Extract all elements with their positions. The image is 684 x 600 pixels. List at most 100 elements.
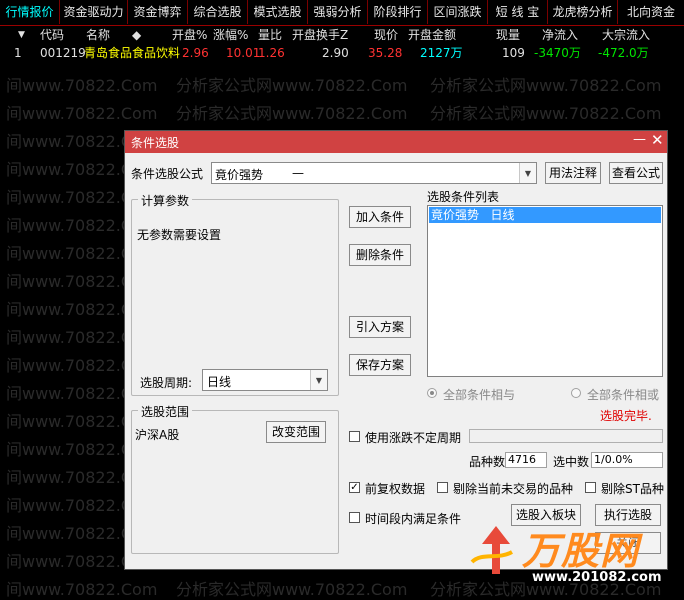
progress-bar (469, 429, 663, 443)
row-name[interactable]: 青岛食品 (84, 44, 132, 62)
exclude-untraded-checkbox[interactable] (437, 482, 448, 493)
tab-strength[interactable]: 强弱分析 (308, 0, 368, 24)
radio-or[interactable] (571, 388, 581, 398)
row-open-turnover: 2.90 (322, 46, 349, 60)
dialog-title: 条件选股 (131, 136, 180, 150)
minimize-icon[interactable]: — (633, 132, 646, 147)
logo-url: www.201082.com (532, 570, 662, 585)
range-group: 选股范围 沪深A股 改变范围 (131, 403, 339, 554)
exclude-untraded-label: 剔除当前未交易的品种 (453, 482, 574, 496)
formula-label: 条件选股公式 (131, 167, 204, 181)
col-big-inflow[interactable]: 大宗流入 (602, 26, 650, 44)
list-item[interactable]: 竟价强势 日线 (429, 207, 661, 223)
formula-select[interactable]: 竟价强势 — ▼ (211, 162, 537, 184)
row-big-inflow: -472.0万 (598, 46, 649, 60)
params-group: 计算参数 无参数需要设置 选股周期: 日线 ▼ (131, 192, 339, 396)
save-scheme-button[interactable]: 保存方案 (349, 354, 411, 376)
col-volume[interactable]: 现量 (496, 26, 520, 44)
row-open-pct: 2.96 (182, 46, 209, 60)
change-range-button[interactable]: 改变范围 (266, 421, 326, 443)
params-text: 无参数需要设置 (137, 228, 222, 242)
col-price[interactable]: 现价 (374, 26, 398, 44)
time-period-checkbox[interactable] (349, 512, 360, 523)
sort-icon[interactable]: ▼ (18, 26, 25, 44)
radio-and-label: 全部条件相与 (443, 388, 516, 402)
tab-capital-drive[interactable]: 资金驱动力 (60, 0, 128, 24)
radio-and[interactable] (427, 388, 437, 398)
range-group-label: 选股范围 (138, 403, 193, 420)
status-text: 选股完毕. (600, 409, 652, 423)
uncertain-period-label: 使用涨跌不定周期 (365, 431, 462, 445)
row-change-pct: 10.01 (226, 46, 261, 60)
usage-notes-button[interactable]: 用法注释 (545, 162, 601, 184)
row-industry: 食品饮料 (132, 46, 181, 60)
uncertain-period-checkbox[interactable] (349, 431, 360, 442)
formula-dash: — (292, 166, 304, 180)
tab-stage-rank[interactable]: 阶段排行 (368, 0, 428, 24)
row-volume-ratio: 1.26 (258, 46, 285, 60)
logo-arrow-icon (470, 526, 513, 574)
watermark-text: 分析家公式网www.70822.Com (430, 104, 662, 123)
condition-list[interactable]: 竟价强势 日线 (427, 205, 663, 377)
watermark-text: 分析家公式网www.70822.Com (176, 104, 408, 123)
condition-list-label: 选股条件列表 (427, 190, 500, 204)
period-select[interactable]: 日线 ▼ (202, 369, 328, 391)
chevron-down-icon[interactable]: ▼ (519, 163, 536, 183)
watermark-text: 分析家公式网www.70822.Com (176, 580, 408, 599)
watermark-text: 间www.70822.Com (6, 76, 158, 95)
selected-value: 1/0.0% (591, 452, 663, 468)
col-volume-ratio[interactable]: 量比 (258, 26, 282, 44)
watermark-text: 分析家公式网www.70822.Com (430, 76, 662, 95)
import-scheme-button[interactable]: 引入方案 (349, 316, 411, 338)
tab-range-change[interactable]: 区间涨跌 (428, 0, 488, 24)
exclude-st-checkbox[interactable] (585, 482, 596, 493)
exclude-st-label: 剔除ST品种 (601, 482, 664, 496)
col-code[interactable]: 代码 (40, 26, 64, 44)
col-open-pct[interactable]: 开盘% (172, 26, 207, 44)
col-open-amount[interactable]: 开盘金额 (408, 26, 456, 44)
view-formula-button[interactable]: 查看公式 (609, 162, 663, 184)
tab-dragon-tiger[interactable]: 龙虎榜分析 (548, 0, 618, 24)
col-change-pct[interactable]: 涨幅% (213, 26, 248, 44)
formula-value: 竟价强势 (215, 168, 264, 182)
row-price: 35.28 (368, 46, 403, 60)
tab-pattern-select[interactable]: 模式选股 (248, 0, 308, 24)
col-marker: ◆ (132, 28, 142, 42)
tab-capital-game[interactable]: 资金博弈 (128, 0, 188, 24)
stock-selection-dialog: 条件选股 — ✕ 条件选股公式 竟价强势 — ▼ 用法注释 查看公式 计算参数 … (124, 130, 668, 570)
function-tabs: 行情报价 资金驱动力 资金博弈 综合选股 模式选股 强弱分析 阶段排行 区间涨跌… (0, 0, 684, 26)
tab-short-line[interactable]: 短 线 宝 (488, 0, 548, 24)
tab-quotes[interactable]: 行情报价 (0, 0, 60, 24)
row-code[interactable]: 001219 (40, 44, 86, 62)
dialog-titlebar: 条件选股 — ✕ (125, 131, 667, 153)
col-name[interactable]: 名称 (86, 26, 110, 44)
watermark-text: 间www.70822.Com (6, 104, 158, 123)
watermark-text: 间www.70822.Com (6, 580, 158, 599)
period-label: 选股周期: (140, 376, 193, 390)
delete-condition-button[interactable]: 删除条件 (349, 244, 411, 266)
chevron-down-icon[interactable]: ▼ (310, 370, 327, 390)
selected-label: 选中数 (553, 455, 590, 469)
col-net-inflow[interactable]: 净流入 (542, 26, 578, 44)
time-period-label: 时间段内满足条件 (365, 512, 462, 526)
row-volume: 109 (502, 46, 525, 60)
adjusted-data-checkbox[interactable]: ✓ (349, 482, 360, 493)
radio-or-label: 全部条件相或 (587, 388, 660, 402)
range-value: 沪深A股 (135, 428, 180, 442)
add-condition-button[interactable]: 加入条件 (349, 206, 411, 228)
site-logo: 万股网 www.201082.com (462, 514, 682, 600)
logo-text: 万股网 (522, 529, 640, 573)
row-index: 1 (14, 46, 22, 60)
col-open-turnover[interactable]: 开盘换手Z (292, 26, 348, 44)
count-value: 4716 (505, 452, 547, 468)
period-value: 日线 (207, 375, 232, 389)
row-net-inflow: -3470万 (534, 46, 581, 60)
row-open-amount: 2127万 (420, 46, 463, 60)
watermark-text: 分析家公式网www.70822.Com (176, 76, 408, 95)
count-label: 品种数 (469, 455, 506, 469)
close-icon[interactable]: ✕ (651, 131, 664, 149)
params-group-label: 计算参数 (138, 192, 193, 209)
adjusted-data-label: 前复权数据 (365, 482, 426, 496)
tab-composite-select[interactable]: 综合选股 (188, 0, 248, 24)
tab-northbound[interactable]: 北向资金 (618, 0, 684, 24)
